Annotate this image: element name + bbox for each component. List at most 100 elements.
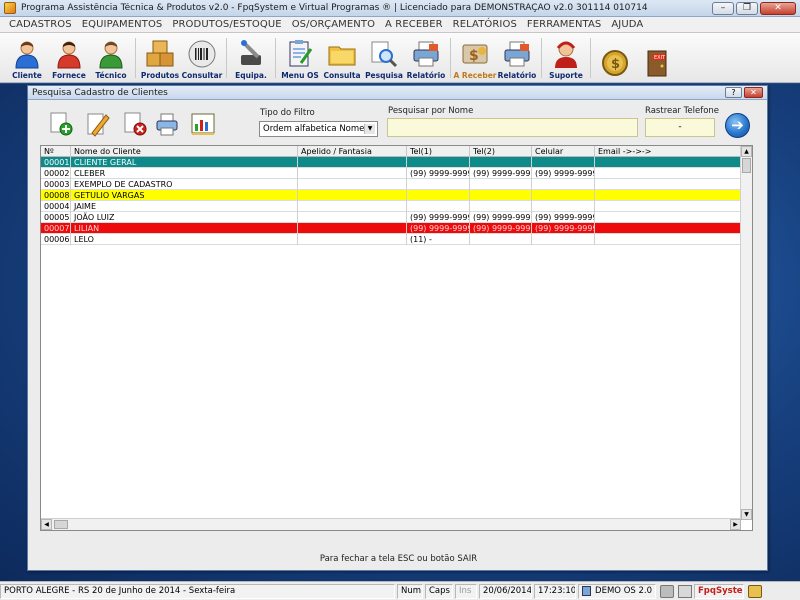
toolbar-label: Produtos xyxy=(140,71,180,80)
toolbar-tecnico-button[interactable]: Técnico xyxy=(90,34,132,82)
table-row[interactable]: 00001 CLIENTE GERAL xyxy=(41,157,741,168)
status-bar: PORTO ALEGRE - RS 20 de Junho de 2014 - … xyxy=(0,581,800,600)
printer-icon xyxy=(156,113,178,136)
status-num: Num xyxy=(397,583,423,599)
cell-email xyxy=(595,157,741,168)
table-row[interactable]: 00004 JAIME xyxy=(41,201,741,212)
menu-produtos-estoque[interactable]: PRODUTOS/ESTOQUE xyxy=(167,19,286,30)
delete-client-button[interactable] xyxy=(122,111,148,137)
toolbar-suporte-button[interactable]: Suporte xyxy=(545,34,587,82)
print-list-button[interactable] xyxy=(154,111,180,137)
scroll-right-icon[interactable]: ▶ xyxy=(730,519,741,530)
toolbar-consulta-button[interactable]: Consulta xyxy=(321,34,363,82)
table-row[interactable]: 00003 EXEMPLO DE CADASTRO xyxy=(41,179,741,190)
col-header-num[interactable]: Nº xyxy=(41,146,71,157)
tools-icon xyxy=(236,39,266,69)
vertical-scrollbar[interactable]: ▲ ▼ xyxy=(740,146,752,520)
filter-type-select[interactable]: Ordem alfabetica Nome ▼ xyxy=(259,121,378,137)
user-green-icon xyxy=(96,39,126,69)
monitor-icon[interactable] xyxy=(678,584,692,598)
scroll-up-icon[interactable]: ▲ xyxy=(741,146,752,157)
edit-client-button[interactable] xyxy=(84,111,110,137)
help-button[interactable]: ? xyxy=(725,87,742,98)
app-logo-icon xyxy=(4,2,16,14)
toolbar-fornece-button[interactable]: Fornece xyxy=(48,34,90,82)
scroll-thumb[interactable] xyxy=(742,158,751,173)
toolbar-coin-button[interactable]: $ xyxy=(594,34,636,82)
search-go-button[interactable]: ➔ xyxy=(725,113,750,138)
report-button[interactable] xyxy=(190,111,216,137)
toolbar-pesquisa-button[interactable]: Pesquisa xyxy=(363,34,405,82)
cell-tel1: (99) 9999-9999 xyxy=(407,168,470,179)
cell-tel2 xyxy=(470,190,532,201)
close-button[interactable]: ✕ xyxy=(760,1,796,15)
child-title-bar: Pesquisa Cadastro de Clientes ? ✕ xyxy=(28,86,767,100)
computer-icon xyxy=(582,586,592,596)
cell-tel2: (99) 9999-9999 xyxy=(470,223,532,234)
toolbar-menu-os-button[interactable]: Menu OS xyxy=(279,34,321,82)
svg-text:EXIT: EXIT xyxy=(654,55,666,61)
menu-ferramentas[interactable]: FERRAMENTAS xyxy=(522,19,606,30)
cell-alias xyxy=(298,212,407,223)
child-close-button[interactable]: ✕ xyxy=(744,87,763,98)
menu-ajuda[interactable]: AJUDA xyxy=(606,19,648,30)
cell-email xyxy=(595,190,741,201)
toolbar-consultar-button[interactable]: Consultar xyxy=(181,34,223,82)
minimize-button[interactable]: – xyxy=(712,1,734,15)
cell-cel xyxy=(532,234,595,245)
table-row[interactable]: 00002 CLEBER (99) 9999-9999 (99) 9999-9999(… xyxy=(41,168,741,179)
col-header-tel1[interactable]: Tel(1) xyxy=(407,146,470,157)
printer-icon[interactable] xyxy=(660,584,674,598)
toolbar-relatorio-button[interactable]: Relatório xyxy=(405,34,447,82)
toolbar-a-receber-button[interactable]: $ A Receber xyxy=(454,34,496,82)
cell-email xyxy=(595,212,741,223)
status-ins: Ins xyxy=(455,583,477,599)
menu-equipamentos[interactable]: EQUIPAMENTOS xyxy=(77,19,168,30)
clients-grid[interactable]: Nº Nome do Cliente Apelido / Fantasia Te… xyxy=(40,145,753,531)
cell-alias xyxy=(298,201,407,212)
table-row[interactable]: 00007 LILIAN (99) 9999-9999 (99) 9999-9999(… xyxy=(41,223,741,234)
col-header-email[interactable]: Email ->->-> xyxy=(595,146,741,157)
printer-icon xyxy=(411,39,441,69)
cell-tel1 xyxy=(407,157,470,168)
col-header-alias[interactable]: Apelido / Fantasia xyxy=(298,146,407,157)
col-header-name[interactable]: Nome do Cliente xyxy=(71,146,298,157)
horizontal-scrollbar[interactable]: ◀ ▶ xyxy=(41,518,741,530)
toolbar-equipamentos-button[interactable]: Equipa. xyxy=(230,34,272,82)
cell-alias xyxy=(298,157,407,168)
scroll-down-icon[interactable]: ▼ xyxy=(741,509,752,520)
toolbar-label: Consulta xyxy=(323,71,361,80)
menu-a-receber[interactable]: A RECEBER xyxy=(380,19,448,30)
table-row[interactable]: 00005 JOÃO LUIZ (99) 9999-9999 (99) 9999-99… xyxy=(41,212,741,223)
cell-tel1: (11) - xyxy=(407,234,470,245)
cell-email xyxy=(595,179,741,190)
table-row[interactable]: 00008 GETULIO VARGAS xyxy=(41,190,741,201)
scroll-left-icon[interactable]: ◀ xyxy=(41,519,52,530)
menu-os-orcamento[interactable]: OS/ORÇAMENTO xyxy=(287,19,380,30)
maximize-button[interactable]: ❐ xyxy=(736,1,758,15)
scroll-thumb-horizontal[interactable] xyxy=(54,520,68,529)
add-client-button[interactable] xyxy=(48,111,74,137)
col-header-cel[interactable]: Celular xyxy=(532,146,595,157)
toolbar-relatorio-receber-button[interactable]: Relatório xyxy=(496,34,538,82)
table-row[interactable]: 00006 LELO (11) - xyxy=(41,234,741,245)
cell-cel xyxy=(532,201,595,212)
user-red-icon xyxy=(54,39,84,69)
menu-relatorios[interactable]: RELATÓRIOS xyxy=(448,19,522,30)
help-user-icon[interactable] xyxy=(748,584,762,598)
toolbar-label: Pesquisa xyxy=(365,71,403,80)
cell-email xyxy=(595,168,741,179)
toolbar-exit-button[interactable]: EXIT xyxy=(636,34,678,82)
toolbar-produtos-button[interactable]: Produtos xyxy=(139,34,181,82)
close-hint-text: Para fechar a tela ESC ou botão SAIR xyxy=(319,554,478,564)
cell-cel: (99) 9999-9999 xyxy=(532,223,595,234)
toolbar-cliente-button[interactable]: Cliente xyxy=(6,34,48,82)
barcode-icon xyxy=(187,39,217,69)
search-name-input[interactable] xyxy=(387,118,638,137)
col-header-tel2[interactable]: Tel(2) xyxy=(470,146,532,157)
menu-cadastros[interactable]: CADASTROS xyxy=(4,19,77,30)
user-blue-icon xyxy=(12,39,42,69)
cell-cel: (99) 9999-9999 xyxy=(532,168,595,179)
track-phone-input[interactable]: - xyxy=(645,118,715,137)
cell-num: 00008 xyxy=(41,190,71,201)
